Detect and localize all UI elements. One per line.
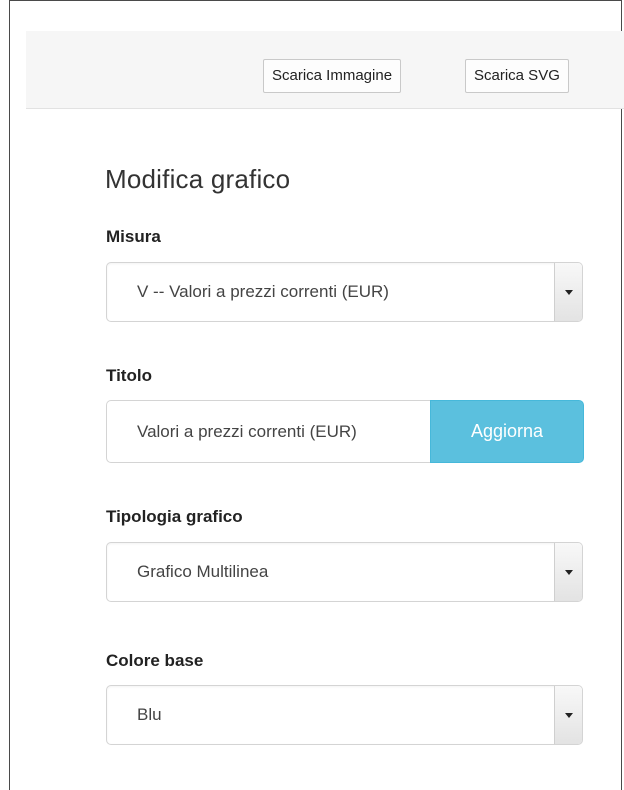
panel-title: Modifica grafico — [105, 164, 291, 194]
title-label: Titolo — [106, 366, 152, 385]
base-color-select[interactable]: Blu — [106, 685, 583, 745]
chart-type-label: Tipologia grafico — [106, 507, 243, 526]
chevron-down-icon — [564, 570, 573, 575]
title-input-value: Valori a prezzi correnti (EUR) — [137, 422, 357, 441]
chart-type-select-arrow[interactable] — [554, 543, 582, 601]
chevron-down-icon — [564, 713, 573, 718]
download-svg-button[interactable]: Scarica SVG — [465, 59, 569, 93]
measure-label: Misura — [106, 227, 161, 246]
chart-type-select[interactable]: Grafico Multilinea — [106, 542, 583, 602]
measure-select-value: V -- Valori a prezzi correnti (EUR) — [137, 282, 389, 301]
base-color-select-value: Blu — [137, 705, 162, 724]
download-image-button[interactable]: Scarica Immagine — [263, 59, 402, 93]
update-button[interactable]: Aggiorna — [430, 400, 584, 463]
chart-type-select-value: Grafico Multilinea — [137, 562, 269, 581]
title-input[interactable]: Valori a prezzi correnti (EUR) — [106, 400, 430, 463]
chevron-down-icon — [564, 290, 573, 295]
measure-select-arrow[interactable] — [554, 263, 582, 321]
chart-toolbar: Scarica Immagine Scarica SVG — [26, 31, 624, 109]
base-color-select-arrow[interactable] — [554, 686, 582, 744]
title-input-group: Valori a prezzi correnti (EUR) Aggiorna — [106, 400, 584, 463]
panel-frame — [9, 0, 622, 790]
base-color-label: Colore base — [106, 651, 204, 670]
measure-select[interactable]: V -- Valori a prezzi correnti (EUR) — [106, 262, 583, 322]
